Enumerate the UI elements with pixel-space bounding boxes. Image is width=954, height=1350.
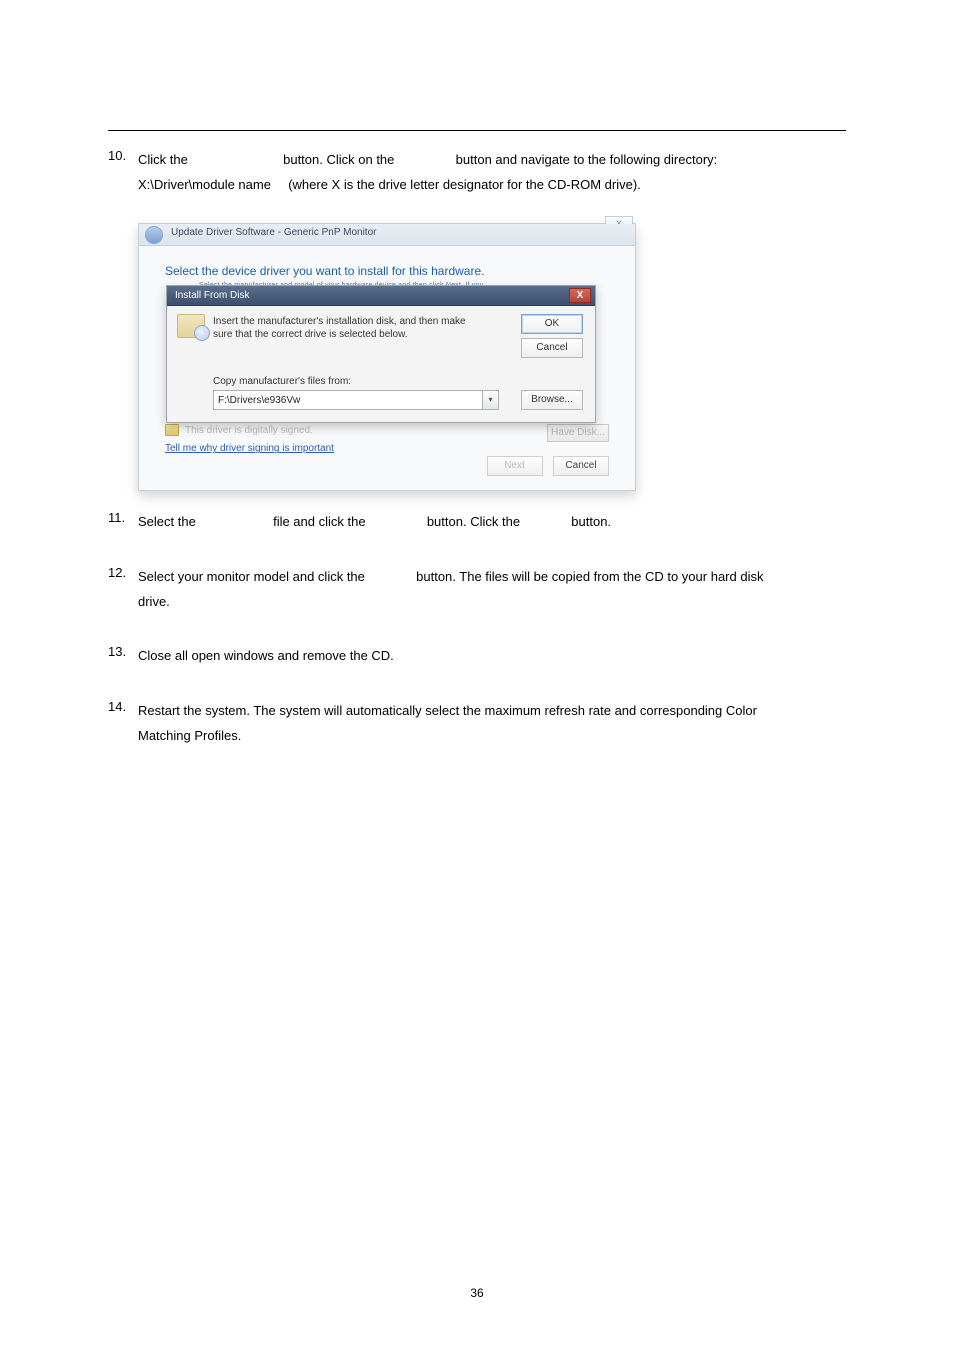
page-number: 36 — [0, 1286, 954, 1300]
back-icon[interactable] — [145, 226, 163, 244]
wizard-buttons: Next Cancel — [481, 455, 609, 476]
cancel-label: Cancel — [536, 342, 567, 353]
disk-icon — [177, 314, 205, 338]
step-text: Click the button. Click on the button an… — [138, 148, 846, 197]
copy-from-label: Copy manufacturer's files from: — [213, 376, 351, 387]
step-text: Restart the system. The system will auto… — [138, 699, 846, 748]
t: button and navigate to the following dir… — [456, 152, 718, 167]
step-text: Select the file and click the button. Cl… — [138, 510, 846, 535]
t: button. The files will be copied from th… — [416, 569, 763, 584]
chevron-down-icon[interactable]: ▾ — [483, 390, 499, 410]
step-text: Close all open windows and remove the CD… — [138, 644, 846, 669]
step-10: 10. Click the button. Click on the butto… — [108, 148, 846, 197]
window-heading: Select the device driver you want to ins… — [165, 264, 485, 278]
driver-status-row: This driver is digitally signed. — [165, 424, 609, 440]
link-text: Tell me why driver signing is important — [165, 443, 334, 454]
screenshot: X Update Driver Software - Generic PnP M… — [138, 217, 636, 492]
t: button. Click the — [427, 514, 520, 529]
certificate-icon — [165, 424, 179, 436]
step-number: 14. — [108, 699, 126, 714]
t: Click the — [138, 152, 188, 167]
step-text: Select your monitor model and click the … — [138, 565, 846, 614]
t: button. Click on the — [283, 152, 394, 167]
t: X:\Driver\module name — [138, 177, 271, 192]
dialog-title: Install From Disk — [175, 290, 249, 301]
path-input[interactable] — [213, 390, 483, 410]
close-icon[interactable]: X — [569, 288, 591, 303]
step-11: 11. Select the file and click the button… — [108, 510, 846, 535]
step-14: 14. Restart the system. The system will … — [108, 699, 846, 748]
dialog-titlebar: Install From Disk X — [167, 286, 595, 306]
page-rule — [108, 130, 846, 131]
ok-label: OK — [545, 318, 559, 329]
driver-signing-link[interactable]: Tell me why driver signing is important — [165, 443, 334, 454]
step-number: 10. — [108, 148, 126, 163]
t: file and click the — [273, 514, 366, 529]
ok-button[interactable]: OK — [521, 314, 583, 334]
install-from-disk-dialog: Install From Disk X Insert the manufactu… — [166, 285, 596, 423]
t: Close all open windows and remove the CD… — [138, 648, 394, 663]
step-12: 12. Select your monitor model and click … — [108, 565, 846, 614]
t: Restart the system. The system will auto… — [138, 703, 757, 718]
dd-glyph: ▾ — [488, 395, 492, 404]
have-disk-label: Have Disk... — [551, 427, 605, 438]
cancel-button[interactable]: Cancel — [521, 338, 583, 358]
window-title: Update Driver Software - Generic PnP Mon… — [171, 227, 376, 238]
cancel-button[interactable]: Cancel — [553, 456, 609, 476]
t: (where X is the drive letter designator … — [288, 177, 641, 192]
driver-signed-label: This driver is digitally signed. — [185, 425, 313, 436]
t: Matching Profiles. — [138, 728, 241, 743]
window-titlebar: Update Driver Software - Generic PnP Mon… — [139, 224, 635, 246]
step-number: 13. — [108, 644, 126, 659]
t: Select the — [138, 514, 196, 529]
browse-button[interactable]: Browse... — [521, 390, 583, 410]
step-number: 12. — [108, 565, 126, 580]
browse-label: Browse... — [531, 394, 573, 405]
have-disk-button[interactable]: Have Disk... — [547, 424, 609, 442]
t: drive. — [138, 594, 170, 609]
close-glyph: X — [577, 290, 584, 301]
t: Select your monitor model and click the — [138, 569, 365, 584]
t: button. — [571, 514, 611, 529]
step-number: 11. — [108, 510, 125, 525]
dialog-instruction: Insert the manufacturer's installation d… — [213, 316, 473, 341]
next-button[interactable]: Next — [487, 456, 543, 476]
step-13: 13. Close all open windows and remove th… — [108, 644, 846, 669]
